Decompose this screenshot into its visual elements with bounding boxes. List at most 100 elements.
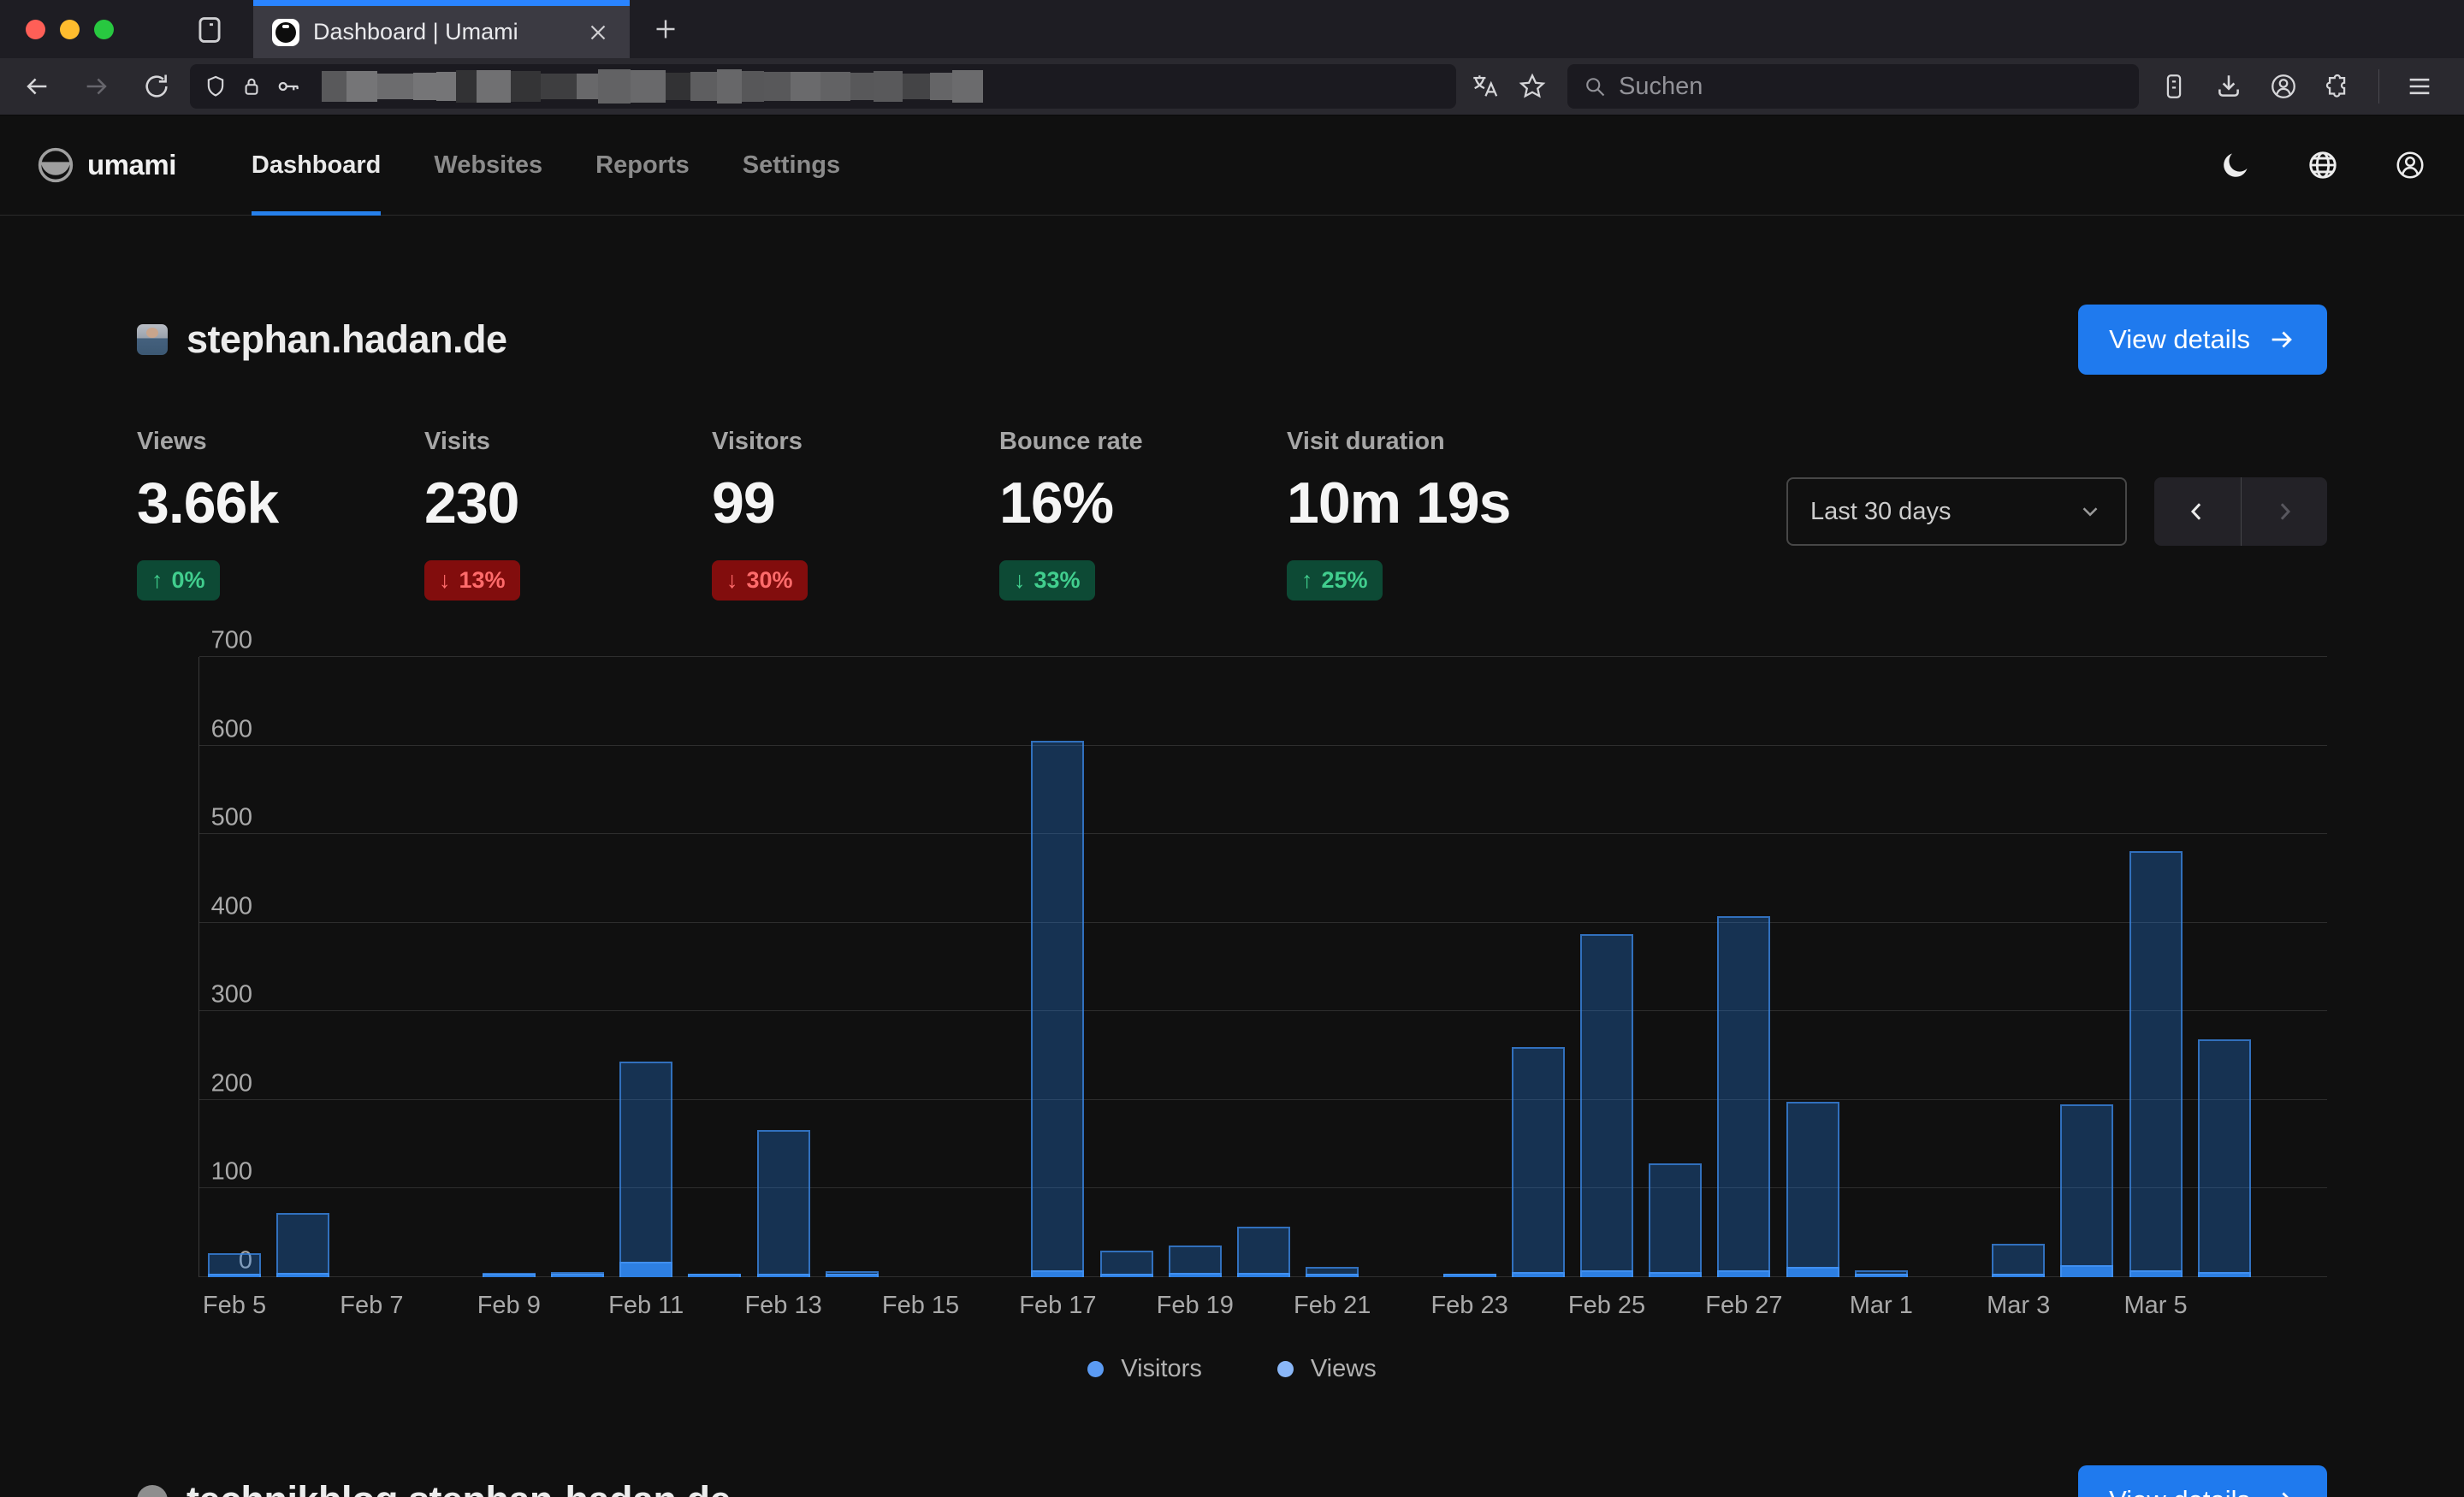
arrow-right-icon — [2267, 325, 2296, 354]
bar-views-feb-11[interactable] — [619, 1062, 672, 1277]
profile-icon[interactable] — [2394, 149, 2426, 181]
bar-views-mar-3[interactable] — [1992, 1244, 2045, 1277]
nav-item-settings[interactable]: Settings — [743, 115, 840, 215]
shield-icon[interactable] — [204, 74, 228, 98]
close-window-button[interactable] — [26, 20, 45, 39]
bookmark-star-icon[interactable] — [1518, 72, 1547, 101]
gridline — [199, 745, 2327, 746]
language-globe-icon[interactable] — [2307, 149, 2339, 181]
extensions-icon[interactable] — [2324, 72, 2353, 101]
stat-change-value: 25% — [1322, 567, 1368, 594]
bar-visitors-feb-27[interactable] — [1717, 1270, 1770, 1277]
bar-views-feb-27[interactable] — [1717, 916, 1770, 1277]
bar-views-mar-6[interactable] — [2198, 1039, 2251, 1277]
stat-value: 230 — [424, 470, 712, 536]
bar-views-feb-28[interactable] — [1786, 1102, 1839, 1277]
umami-logo-icon — [38, 147, 74, 183]
bar-visitors-feb-5[interactable] — [208, 1274, 261, 1277]
back-icon[interactable] — [22, 72, 51, 101]
view-details-button-second[interactable]: View details — [2078, 1465, 2327, 1497]
stat-value: 99 — [712, 470, 999, 536]
downloads-icon[interactable] — [2214, 72, 2243, 101]
stat-label: Bounce rate — [999, 428, 1287, 456]
translate-icon[interactable] — [1470, 72, 1499, 101]
lock-icon[interactable] — [240, 74, 264, 98]
bar-views-mar-4[interactable] — [2060, 1104, 2113, 1277]
y-axis-label: 100 — [211, 1158, 252, 1186]
search-input[interactable]: Suchen — [1567, 64, 2139, 109]
bar-visitors-feb-12[interactable] — [688, 1274, 741, 1277]
bar-visitors-feb-11[interactable] — [619, 1262, 672, 1277]
bar-views-feb-24[interactable] — [1512, 1047, 1565, 1277]
arrow-up-icon: ↑ — [1301, 567, 1313, 594]
bar-visitors-feb-25[interactable] — [1580, 1270, 1633, 1277]
x-axis-label: Feb 17 — [1019, 1292, 1096, 1320]
umami-brand[interactable]: umami — [38, 147, 176, 183]
nav-item-reports[interactable]: Reports — [595, 115, 690, 215]
bar-views-feb-25[interactable] — [1580, 934, 1633, 1277]
date-pager — [2154, 477, 2327, 546]
stat-visitors: Visitors99↓30% — [712, 428, 999, 601]
bar-visitors-mar-4[interactable] — [2060, 1265, 2113, 1278]
bar-views-feb-20[interactable] — [1237, 1227, 1290, 1277]
bar-visitors-feb-28[interactable] — [1786, 1267, 1839, 1277]
url-bar[interactable] — [190, 64, 1456, 109]
arrow-down-icon: ↓ — [439, 567, 451, 594]
bar-visitors-feb-23[interactable] — [1443, 1274, 1496, 1277]
bar-views-feb-17[interactable] — [1031, 741, 1084, 1277]
next-period-button[interactable] — [2242, 477, 2328, 546]
key-icon[interactable] — [275, 74, 301, 99]
legend-item-views[interactable]: Views — [1277, 1355, 1377, 1383]
reload-icon[interactable] — [142, 72, 171, 101]
bar-visitors-feb-14[interactable] — [826, 1274, 879, 1277]
date-range-select[interactable]: Last 30 days — [1786, 477, 2127, 546]
zoom-window-button[interactable] — [94, 20, 114, 39]
stat-change-badge: ↓33% — [999, 560, 1095, 601]
bar-visitors-feb-6[interactable] — [276, 1273, 329, 1277]
device-panel-icon[interactable] — [2159, 72, 2189, 101]
gridline — [199, 1187, 2327, 1188]
bar-visitors-mar-1[interactable] — [1855, 1274, 1908, 1277]
y-axis-label: 400 — [211, 892, 252, 920]
bar-visitors-feb-18[interactable] — [1100, 1274, 1153, 1277]
bar-views-feb-26[interactable] — [1649, 1163, 1702, 1277]
stat-views: Views3.66k↑0% — [137, 428, 424, 601]
bar-visitors-feb-9[interactable] — [483, 1274, 536, 1277]
previous-period-button[interactable] — [2154, 477, 2241, 546]
view-details-button[interactable]: View details — [2078, 305, 2327, 375]
bar-views-feb-6[interactable] — [276, 1213, 329, 1277]
account-icon[interactable] — [2269, 72, 2298, 101]
bar-visitors-mar-6[interactable] — [2198, 1272, 2251, 1277]
bar-visitors-feb-17[interactable] — [1031, 1270, 1084, 1277]
redacted-url-text — [322, 68, 983, 104]
nav-item-websites[interactable]: Websites — [434, 115, 542, 215]
bar-visitors-feb-19[interactable] — [1169, 1273, 1222, 1277]
browser-tabstrip: Dashboard | Umami — [0, 0, 2464, 58]
bar-visitors-feb-21[interactable] — [1306, 1274, 1359, 1277]
nav-item-dashboard[interactable]: Dashboard — [252, 115, 381, 215]
website-title-second: technikblog.stephan-hadan.de — [187, 1478, 731, 1497]
bar-visitors-feb-24[interactable] — [1512, 1272, 1565, 1277]
bar-visitors-feb-20[interactable] — [1237, 1273, 1290, 1277]
legend-item-visitors[interactable]: Visitors — [1087, 1355, 1202, 1383]
bar-visitors-feb-10[interactable] — [551, 1274, 604, 1277]
forward-icon[interactable] — [82, 72, 111, 101]
bar-visitors-feb-26[interactable] — [1649, 1272, 1702, 1277]
stat-value: 16% — [999, 470, 1287, 536]
chart-plot-area[interactable]: 0100200300400500600700Feb 5Feb 7Feb 9Feb… — [198, 657, 2327, 1277]
bar-visitors-mar-5[interactable] — [2129, 1270, 2183, 1277]
bar-views-mar-5[interactable] — [2129, 851, 2183, 1277]
y-axis-label: 600 — [211, 715, 252, 743]
browser-tab-active[interactable]: Dashboard | Umami — [253, 0, 630, 58]
menu-icon[interactable] — [2405, 72, 2434, 101]
new-tab-button[interactable] — [650, 14, 681, 44]
bar-visitors-mar-3[interactable] — [1992, 1274, 2045, 1277]
stat-value: 10m 19s — [1287, 470, 1574, 536]
stats-container: Views3.66k↑0%Visits230↓13%Visitors99↓30%… — [137, 428, 1574, 601]
theme-moon-icon[interactable] — [2219, 149, 2252, 181]
tab-close-icon[interactable] — [585, 20, 611, 45]
bar-views-feb-13[interactable] — [757, 1130, 810, 1277]
minimize-window-button[interactable] — [60, 20, 80, 39]
bar-visitors-feb-13[interactable] — [757, 1274, 810, 1277]
sidebar-toggle-icon[interactable] — [193, 14, 226, 46]
